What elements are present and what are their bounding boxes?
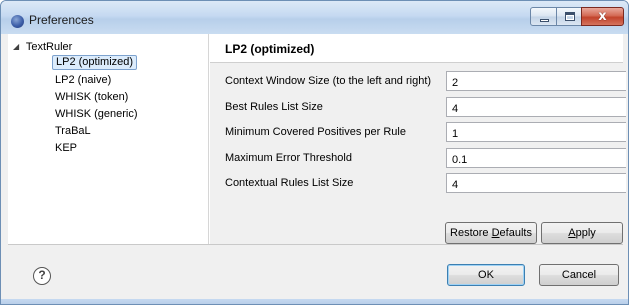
- tree-item-lp2-naive[interactable]: LP2 (naive): [52, 73, 114, 88]
- field-label: Contextual Rules List Size: [225, 177, 354, 189]
- preferences-window: Preferences x ◢ TextRuler LP2 (optimized…: [0, 0, 629, 305]
- tree-item-trabal[interactable]: TraBaL: [52, 124, 94, 139]
- minimize-button[interactable]: [530, 7, 557, 26]
- field-row-contextual-rules-list-size: Contextual Rules List Size: [210, 171, 626, 196]
- field-label: Context Window Size (to the left and rig…: [225, 75, 432, 87]
- maximize-icon: [565, 12, 575, 21]
- context-window-size-input[interactable]: [446, 71, 626, 91]
- cancel-button[interactable]: Cancel: [539, 264, 619, 286]
- help-icon[interactable]: ?: [33, 267, 51, 285]
- eclipse-app-icon: [11, 15, 24, 28]
- minimize-icon: [540, 19, 549, 22]
- preference-page: LP2 (optimized) Context Window Size (to …: [210, 34, 626, 244]
- ok-button[interactable]: OK: [447, 264, 525, 286]
- window-title: Preferences: [29, 13, 94, 27]
- field-label: Best Rules List Size: [225, 101, 323, 113]
- expanded-triangle-icon[interactable]: ◢: [13, 40, 23, 54]
- tree-item-lp2-optimized[interactable]: LP2 (optimized): [52, 55, 138, 70]
- contextual-rules-list-size-input[interactable]: [446, 173, 626, 193]
- field-label: Maximum Error Threshold: [225, 152, 352, 164]
- window-bottom-frame: [1, 299, 628, 304]
- tree-root-label: TextRuler: [25, 41, 73, 53]
- tree-item-whisk-generic[interactable]: WHISK (generic): [52, 107, 141, 122]
- close-icon: x: [598, 9, 607, 24]
- page-header: LP2 (optimized): [210, 34, 623, 63]
- tree-item-kep[interactable]: KEP: [52, 141, 80, 156]
- field-row-min-covered-positives: Minimum Covered Positives per Rule: [210, 120, 626, 145]
- tree-root-textruler[interactable]: ◢ TextRuler: [13, 40, 72, 54]
- restore-defaults-button[interactable]: Restore Defaults: [445, 222, 537, 244]
- preference-tree: ◢ TextRuler LP2 (optimized) LP2 (naive) …: [8, 34, 209, 244]
- close-button[interactable]: x: [581, 7, 624, 26]
- field-row-best-rules-list-size: Best Rules List Size: [210, 95, 626, 120]
- field-row-context-window-size: Context Window Size (to the left and rig…: [210, 69, 626, 94]
- field-row-max-error-threshold: Maximum Error Threshold: [210, 146, 626, 171]
- min-covered-positives-input[interactable]: [446, 122, 626, 142]
- page-title: LP2 (optimized): [225, 42, 315, 56]
- max-error-threshold-input[interactable]: [446, 148, 626, 168]
- maximize-button[interactable]: [556, 7, 582, 26]
- dialog-footer: [8, 245, 623, 299]
- field-label: Minimum Covered Positives per Rule: [225, 126, 406, 138]
- apply-button[interactable]: Apply: [541, 222, 623, 244]
- best-rules-list-size-input[interactable]: [446, 97, 626, 117]
- tree-item-whisk-token[interactable]: WHISK (token): [52, 90, 131, 105]
- title-bar[interactable]: Preferences x: [1, 1, 628, 34]
